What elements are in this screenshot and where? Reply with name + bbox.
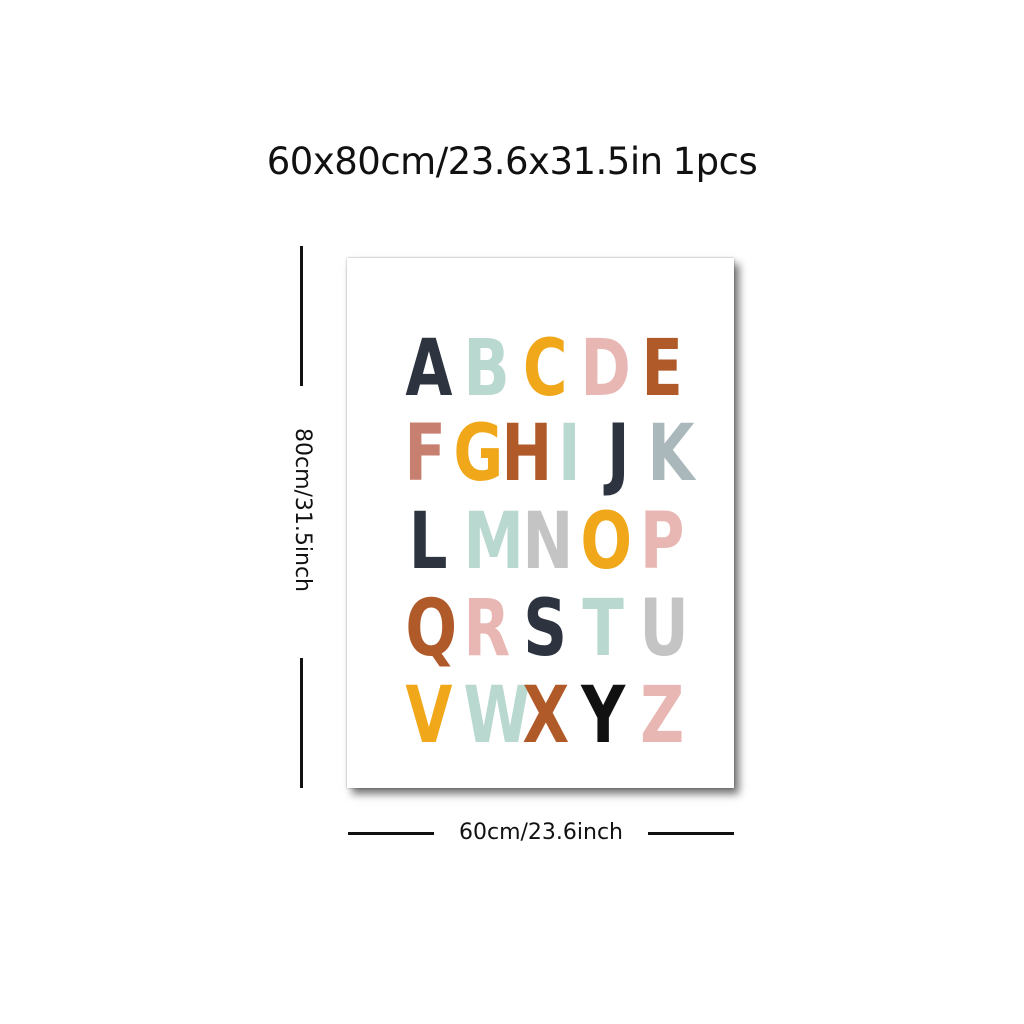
poster-letter-z: Z: [639, 671, 684, 761]
width-dimension-line-right: [648, 832, 734, 835]
poster-letter-t: T: [582, 584, 625, 674]
height-dimension-label: 80cm/31.5inch: [290, 427, 315, 592]
poster-letter-b: B: [463, 324, 511, 414]
poster-letter-u: U: [639, 584, 689, 674]
quantity-text: 1pcs: [672, 140, 758, 183]
poster-letter-w: W: [463, 671, 531, 761]
poster-letter-v: V: [405, 671, 453, 761]
width-dimension-line-left: [348, 832, 434, 835]
alphabet-poster: ABCDE FGHIJK LMNOP QRSTU VWXYZ: [347, 258, 734, 788]
height-dimension-line-bottom: [300, 658, 303, 788]
poster-letter-l: L: [408, 497, 448, 587]
poster-letter-i: I: [558, 409, 581, 499]
poster-letter-y: Y: [581, 671, 626, 761]
poster-letter-d: D: [580, 324, 632, 414]
poster-letter-r: R: [463, 584, 511, 674]
poster-letter-j: J: [606, 409, 630, 499]
poster-letter-x: X: [522, 671, 570, 761]
poster-letter-p: P: [639, 497, 685, 587]
poster-letter-e: E: [641, 324, 683, 414]
size-text: 60x80cm/23.6x31.5in: [266, 140, 663, 183]
poster-letter-s: S: [523, 584, 567, 674]
product-size-title: 60x80cm/23.6x31.5in 1pcs: [0, 138, 1024, 186]
poster-letter-c: C: [522, 324, 568, 414]
poster-letter-h: H: [501, 409, 553, 499]
height-dimension-line-top: [300, 246, 303, 386]
alphabet-letters: ABCDE FGHIJK LMNOP QRSTU VWXYZ: [347, 258, 734, 788]
poster-letter-g: G: [453, 409, 503, 499]
poster-letter-n: N: [522, 497, 574, 587]
poster-letter-k: K: [647, 409, 695, 499]
poster-letter-q: Q: [405, 584, 458, 674]
poster-letter-f: F: [404, 409, 446, 499]
poster-letter-m: M: [463, 497, 525, 587]
width-dimension-label: 60cm/23.6inch: [458, 820, 623, 845]
poster-letter-o: O: [580, 497, 633, 587]
poster-letter-a: A: [405, 324, 453, 414]
